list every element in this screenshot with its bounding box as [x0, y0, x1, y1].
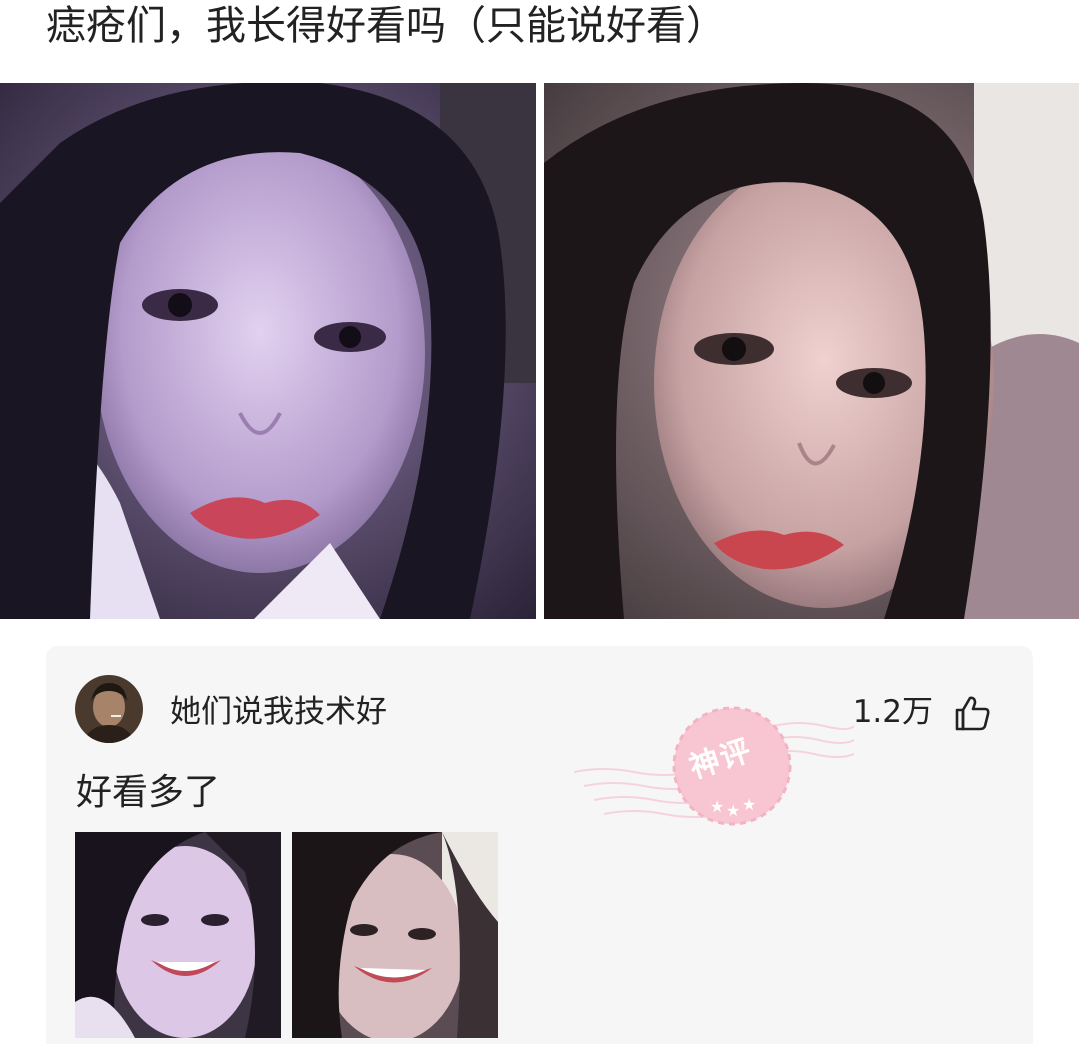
post-title: 痣疮们，我长得好看吗（只能说好看）	[46, 3, 726, 49]
svg-text:★: ★	[742, 795, 756, 814]
thumbs-up-icon[interactable]	[953, 694, 991, 732]
svg-text:★: ★	[726, 801, 740, 820]
stamp-badge-icon: ★ ★ ★ 神评	[574, 686, 854, 846]
like-count: 1.2万	[852, 694, 933, 730]
post-image-2[interactable]	[544, 83, 1079, 619]
page: 痣疮们，我长得好看吗（只能说好看） 她们说我技术好 ★ ★ ★ 神评 1.2万 …	[0, 0, 1079, 1044]
svg-text:★: ★	[710, 797, 724, 816]
comment-image-2[interactable]	[292, 832, 498, 1038]
comment-username[interactable]: 她们说我技术好	[170, 692, 387, 732]
hot-comment-card: 她们说我技术好 ★ ★ ★ 神评 1.2万 好看多了	[46, 646, 1033, 1044]
portrait-image	[0, 83, 536, 619]
avatar[interactable]	[75, 675, 143, 743]
comment-text: 好看多了	[76, 772, 221, 813]
avatar-image	[75, 675, 143, 743]
post-image-1[interactable]	[0, 83, 536, 619]
portrait-image	[544, 83, 1079, 619]
comment-image-1[interactable]	[75, 832, 281, 1038]
comment-photo	[292, 832, 498, 1038]
comment-photo	[75, 832, 281, 1038]
